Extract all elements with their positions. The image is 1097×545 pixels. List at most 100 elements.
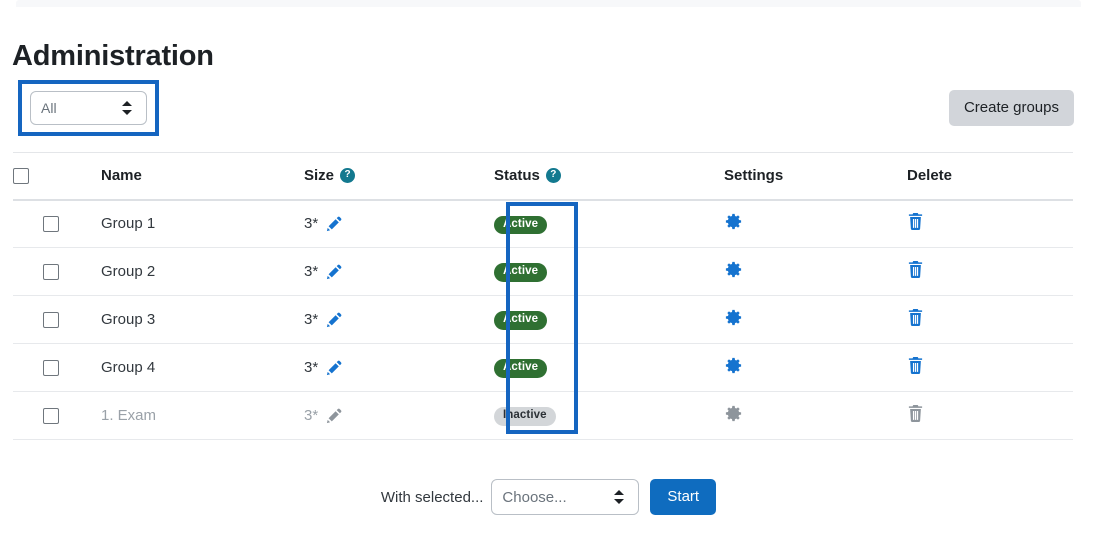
header-settings-label: Settings (724, 167, 784, 185)
table-row: Group 1 3* Active (13, 199, 1073, 248)
row-size-value: 3* (304, 263, 319, 280)
help-circle-icon-size[interactable]: ? (340, 167, 356, 183)
row-size-group: 3* (296, 215, 342, 232)
row-settings-cell (700, 199, 887, 248)
row-size-value: 3* (304, 311, 319, 328)
row-select-cell (13, 391, 88, 440)
row-size-cell: 3* (296, 391, 478, 440)
groups-table-wrapper: Name Size? Status? Settings Delete Group… (13, 152, 1073, 440)
row-delete-cell (887, 343, 1073, 392)
row-checkbox[interactable] (42, 312, 59, 329)
row-name-label: Group 4 (101, 359, 156, 376)
trash-icon[interactable] (907, 404, 924, 423)
row-delete-wrap[interactable] (887, 261, 924, 283)
header-delete: Delete (887, 152, 1073, 201)
row-status-wrap: Active (478, 357, 548, 378)
row-size-group: 3* (296, 407, 342, 424)
row-checkbox[interactable] (42, 216, 59, 233)
group-filter-value: All (41, 100, 57, 116)
table-row: 1. Exam 3* Inactive (13, 391, 1073, 440)
start-button[interactable]: Start (650, 479, 717, 515)
row-delete-wrap[interactable] (887, 213, 924, 235)
status-badge: Inactive (494, 407, 556, 426)
row-select-cell (13, 199, 88, 248)
trash-icon[interactable] (907, 308, 924, 327)
row-settings-wrap[interactable] (700, 214, 743, 235)
row-delete-wrap[interactable] (887, 309, 924, 331)
row-size-cell: 3* (296, 199, 478, 248)
row-status-wrap: Active (478, 261, 548, 282)
row-name-cell: Group 4 (88, 343, 296, 392)
row-name-cell: Group 1 (88, 199, 296, 248)
trash-icon[interactable] (907, 212, 924, 231)
row-size-value: 3* (304, 359, 319, 376)
pencil-icon[interactable] (326, 408, 342, 424)
row-settings-cell (700, 343, 887, 392)
row-size-cell: 3* (296, 295, 478, 344)
page-title: Administration (12, 40, 214, 73)
pencil-icon[interactable] (326, 312, 342, 328)
trash-icon[interactable] (907, 356, 924, 375)
header-delete-label: Delete (907, 167, 953, 185)
help-circle-icon-status[interactable]: ? (545, 167, 561, 183)
row-checkbox[interactable] (42, 408, 59, 425)
bulk-action-bar: With selected... Choose... Start (0, 477, 1097, 517)
row-settings-wrap[interactable] (700, 261, 743, 283)
row-select-cell (13, 343, 88, 392)
row-size-cell: 3* (296, 247, 478, 296)
row-name-cell: Group 3 (88, 295, 296, 344)
row-status-cell: Inactive (478, 391, 700, 440)
group-filter-select[interactable]: All (30, 91, 147, 125)
row-status-wrap: Active (478, 309, 548, 330)
header-size: Size? (296, 152, 478, 201)
pencil-icon[interactable] (326, 360, 342, 376)
row-settings-wrap[interactable] (700, 309, 743, 331)
gear-icon[interactable] (724, 212, 743, 231)
chevron-updown-icon-bulk (614, 489, 625, 505)
gear-icon[interactable] (724, 356, 743, 375)
pencil-icon[interactable] (326, 264, 342, 280)
create-groups-button[interactable]: Create groups (948, 90, 1074, 126)
row-status-cell: Active (478, 199, 700, 248)
row-name-label: 1. Exam (101, 407, 157, 424)
row-delete-wrap[interactable] (887, 405, 924, 427)
row-name-label: Group 1 (101, 215, 156, 233)
groups-table: Name Size? Status? Settings Delete Group… (13, 152, 1073, 440)
row-delete-cell (887, 199, 1073, 248)
row-size-group: 3* (296, 263, 342, 280)
pencil-icon[interactable] (326, 216, 342, 232)
select-all-checkbox[interactable] (13, 168, 29, 185)
row-delete-wrap[interactable] (887, 357, 924, 379)
table-header-row: Name Size? Status? Settings Delete (13, 152, 1073, 201)
filter-toolbar: All Create groups (0, 78, 1097, 138)
row-checkbox[interactable] (42, 360, 59, 377)
row-delete-cell (887, 247, 1073, 296)
row-settings-cell (700, 295, 887, 344)
row-checkbox[interactable] (42, 264, 59, 281)
row-select-cell (13, 247, 88, 296)
row-name-label: Group 2 (101, 263, 156, 280)
row-settings-cell (700, 391, 887, 440)
with-selected-label: With selected... (380, 488, 484, 506)
status-badge: Active (494, 359, 548, 378)
status-badge: Active (494, 311, 548, 330)
row-status-cell: Active (478, 295, 700, 344)
header-name: Name (88, 152, 296, 201)
trash-icon[interactable] (907, 260, 924, 279)
gear-icon[interactable] (724, 404, 743, 423)
row-name-cell: 1. Exam (88, 391, 296, 440)
row-delete-cell (887, 391, 1073, 440)
group-filter-select-box[interactable]: All (30, 91, 147, 125)
row-name-label: Group 3 (101, 311, 156, 328)
row-size-group: 3* (296, 311, 342, 328)
gear-icon[interactable] (724, 308, 743, 327)
row-status-wrap: Inactive (478, 405, 556, 426)
row-settings-wrap[interactable] (700, 357, 743, 379)
bulk-action-select[interactable]: Choose... (491, 479, 640, 515)
table-row: Group 2 3* Active (13, 247, 1073, 296)
bulk-action-value: Choose... (502, 488, 567, 506)
row-status-wrap: Active (478, 214, 548, 234)
row-settings-wrap[interactable] (700, 405, 743, 427)
gear-icon[interactable] (724, 260, 743, 279)
administration-page: Administration All Create groups Name Si… (0, 0, 1097, 545)
